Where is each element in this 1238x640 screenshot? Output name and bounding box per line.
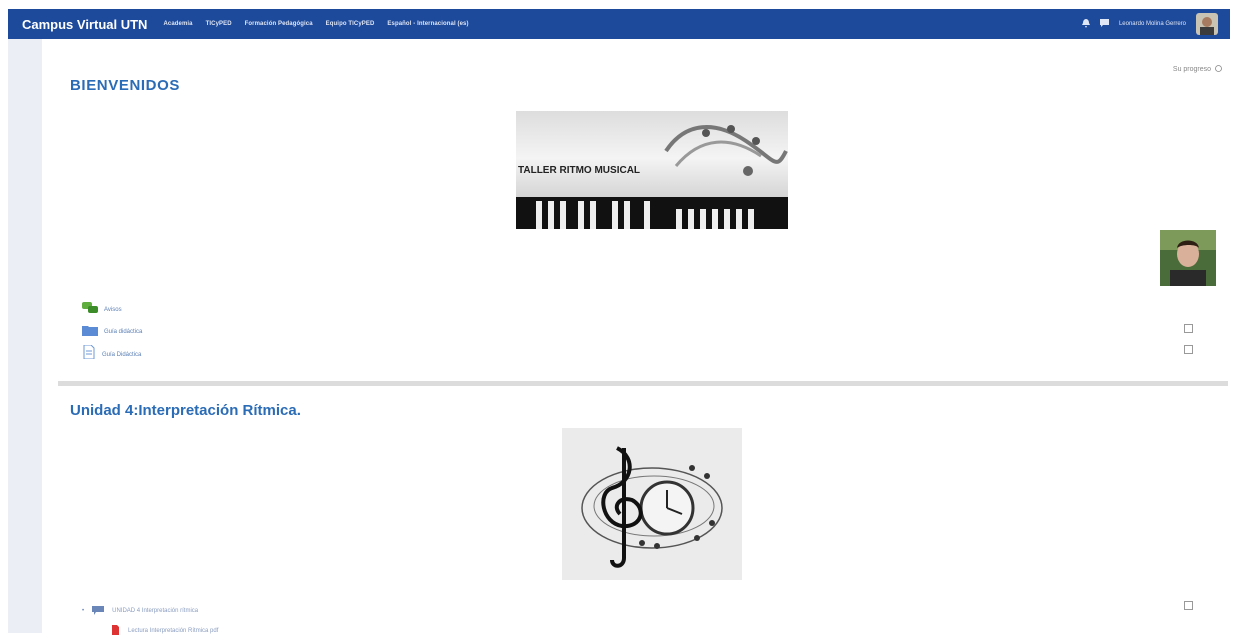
folder-icon bbox=[82, 323, 98, 341]
nav-right: Leonardo Molina Gerrero bbox=[1081, 13, 1218, 35]
nav-item-formacion[interactable]: Formación Pedagógica bbox=[245, 21, 313, 27]
collapse-toggle-icon[interactable]: • bbox=[82, 608, 84, 614]
section-title-welcome: BIENVENIDOS bbox=[70, 77, 180, 94]
user-avatar[interactable] bbox=[1196, 13, 1218, 35]
nav-item-language[interactable]: Español - Internacional (es) bbox=[387, 21, 468, 27]
completion-checkbox[interactable] bbox=[1184, 324, 1193, 333]
progress-indicator[interactable]: Su progreso bbox=[1173, 65, 1222, 73]
activity-guia-file[interactable]: Guía Didáctica bbox=[82, 344, 141, 364]
nav-item-ticyped[interactable]: TICyPED bbox=[206, 21, 232, 27]
user-menu-name[interactable]: Leonardo Molina Gerrero bbox=[1119, 21, 1186, 27]
help-icon[interactable] bbox=[1213, 65, 1222, 73]
nav-item-academia[interactable]: Academia bbox=[163, 21, 192, 27]
file-icon bbox=[82, 344, 96, 364]
activity-label[interactable]: Guía Didáctica bbox=[102, 352, 141, 358]
course-content: Su progreso BIENVENIDOS TALLER RITMO MUS… bbox=[42, 39, 1230, 635]
activity-avisos[interactable]: Avisos bbox=[82, 301, 122, 319]
notifications-icon[interactable] bbox=[1081, 18, 1090, 30]
activity-label[interactable]: UNIDAD 4 Interpretación rítmica bbox=[112, 608, 198, 614]
nav-item-equipo[interactable]: Equipo TICyPED bbox=[326, 21, 375, 27]
teacher-photo bbox=[1160, 230, 1216, 286]
nav-menu: Academia TICyPED Formación Pedagógica Eq… bbox=[163, 21, 468, 27]
section-divider bbox=[58, 381, 1228, 386]
activity-unidad4-chat[interactable]: • UNIDAD 4 Interpretación rítmica bbox=[82, 602, 198, 620]
banner-title: TALLER RITMO MUSICAL bbox=[518, 165, 641, 176]
pdf-icon bbox=[110, 622, 120, 640]
messages-icon[interactable] bbox=[1099, 19, 1109, 29]
completion-checkbox[interactable] bbox=[1184, 345, 1193, 354]
activity-guia-folder[interactable]: Guía didáctica bbox=[82, 323, 142, 341]
chat-icon bbox=[92, 602, 105, 620]
treble-clef-clock-image bbox=[562, 428, 742, 580]
left-drawer-rail bbox=[8, 39, 42, 633]
course-banner-image: TALLER RITMO MUSICAL bbox=[516, 111, 788, 229]
progress-label: Su progreso bbox=[1172, 66, 1212, 73]
top-navbar: Campus Virtual UTN Academia TICyPED Form… bbox=[8, 9, 1230, 39]
completion-checkbox[interactable] bbox=[1184, 601, 1193, 610]
forum-icon bbox=[82, 301, 98, 319]
activity-label[interactable]: Avisos bbox=[104, 307, 122, 313]
activity-label[interactable]: Guía didáctica bbox=[104, 329, 142, 335]
activity-label[interactable]: Lectura Interpretación Rítmica pdf bbox=[128, 628, 218, 634]
activity-unidad4-pdf[interactable]: Lectura Interpretación Rítmica pdf bbox=[110, 622, 218, 640]
site-brand[interactable]: Campus Virtual UTN bbox=[22, 17, 147, 32]
section-title-unit4: Unidad 4:Interpretación Rítmica. bbox=[70, 402, 301, 419]
